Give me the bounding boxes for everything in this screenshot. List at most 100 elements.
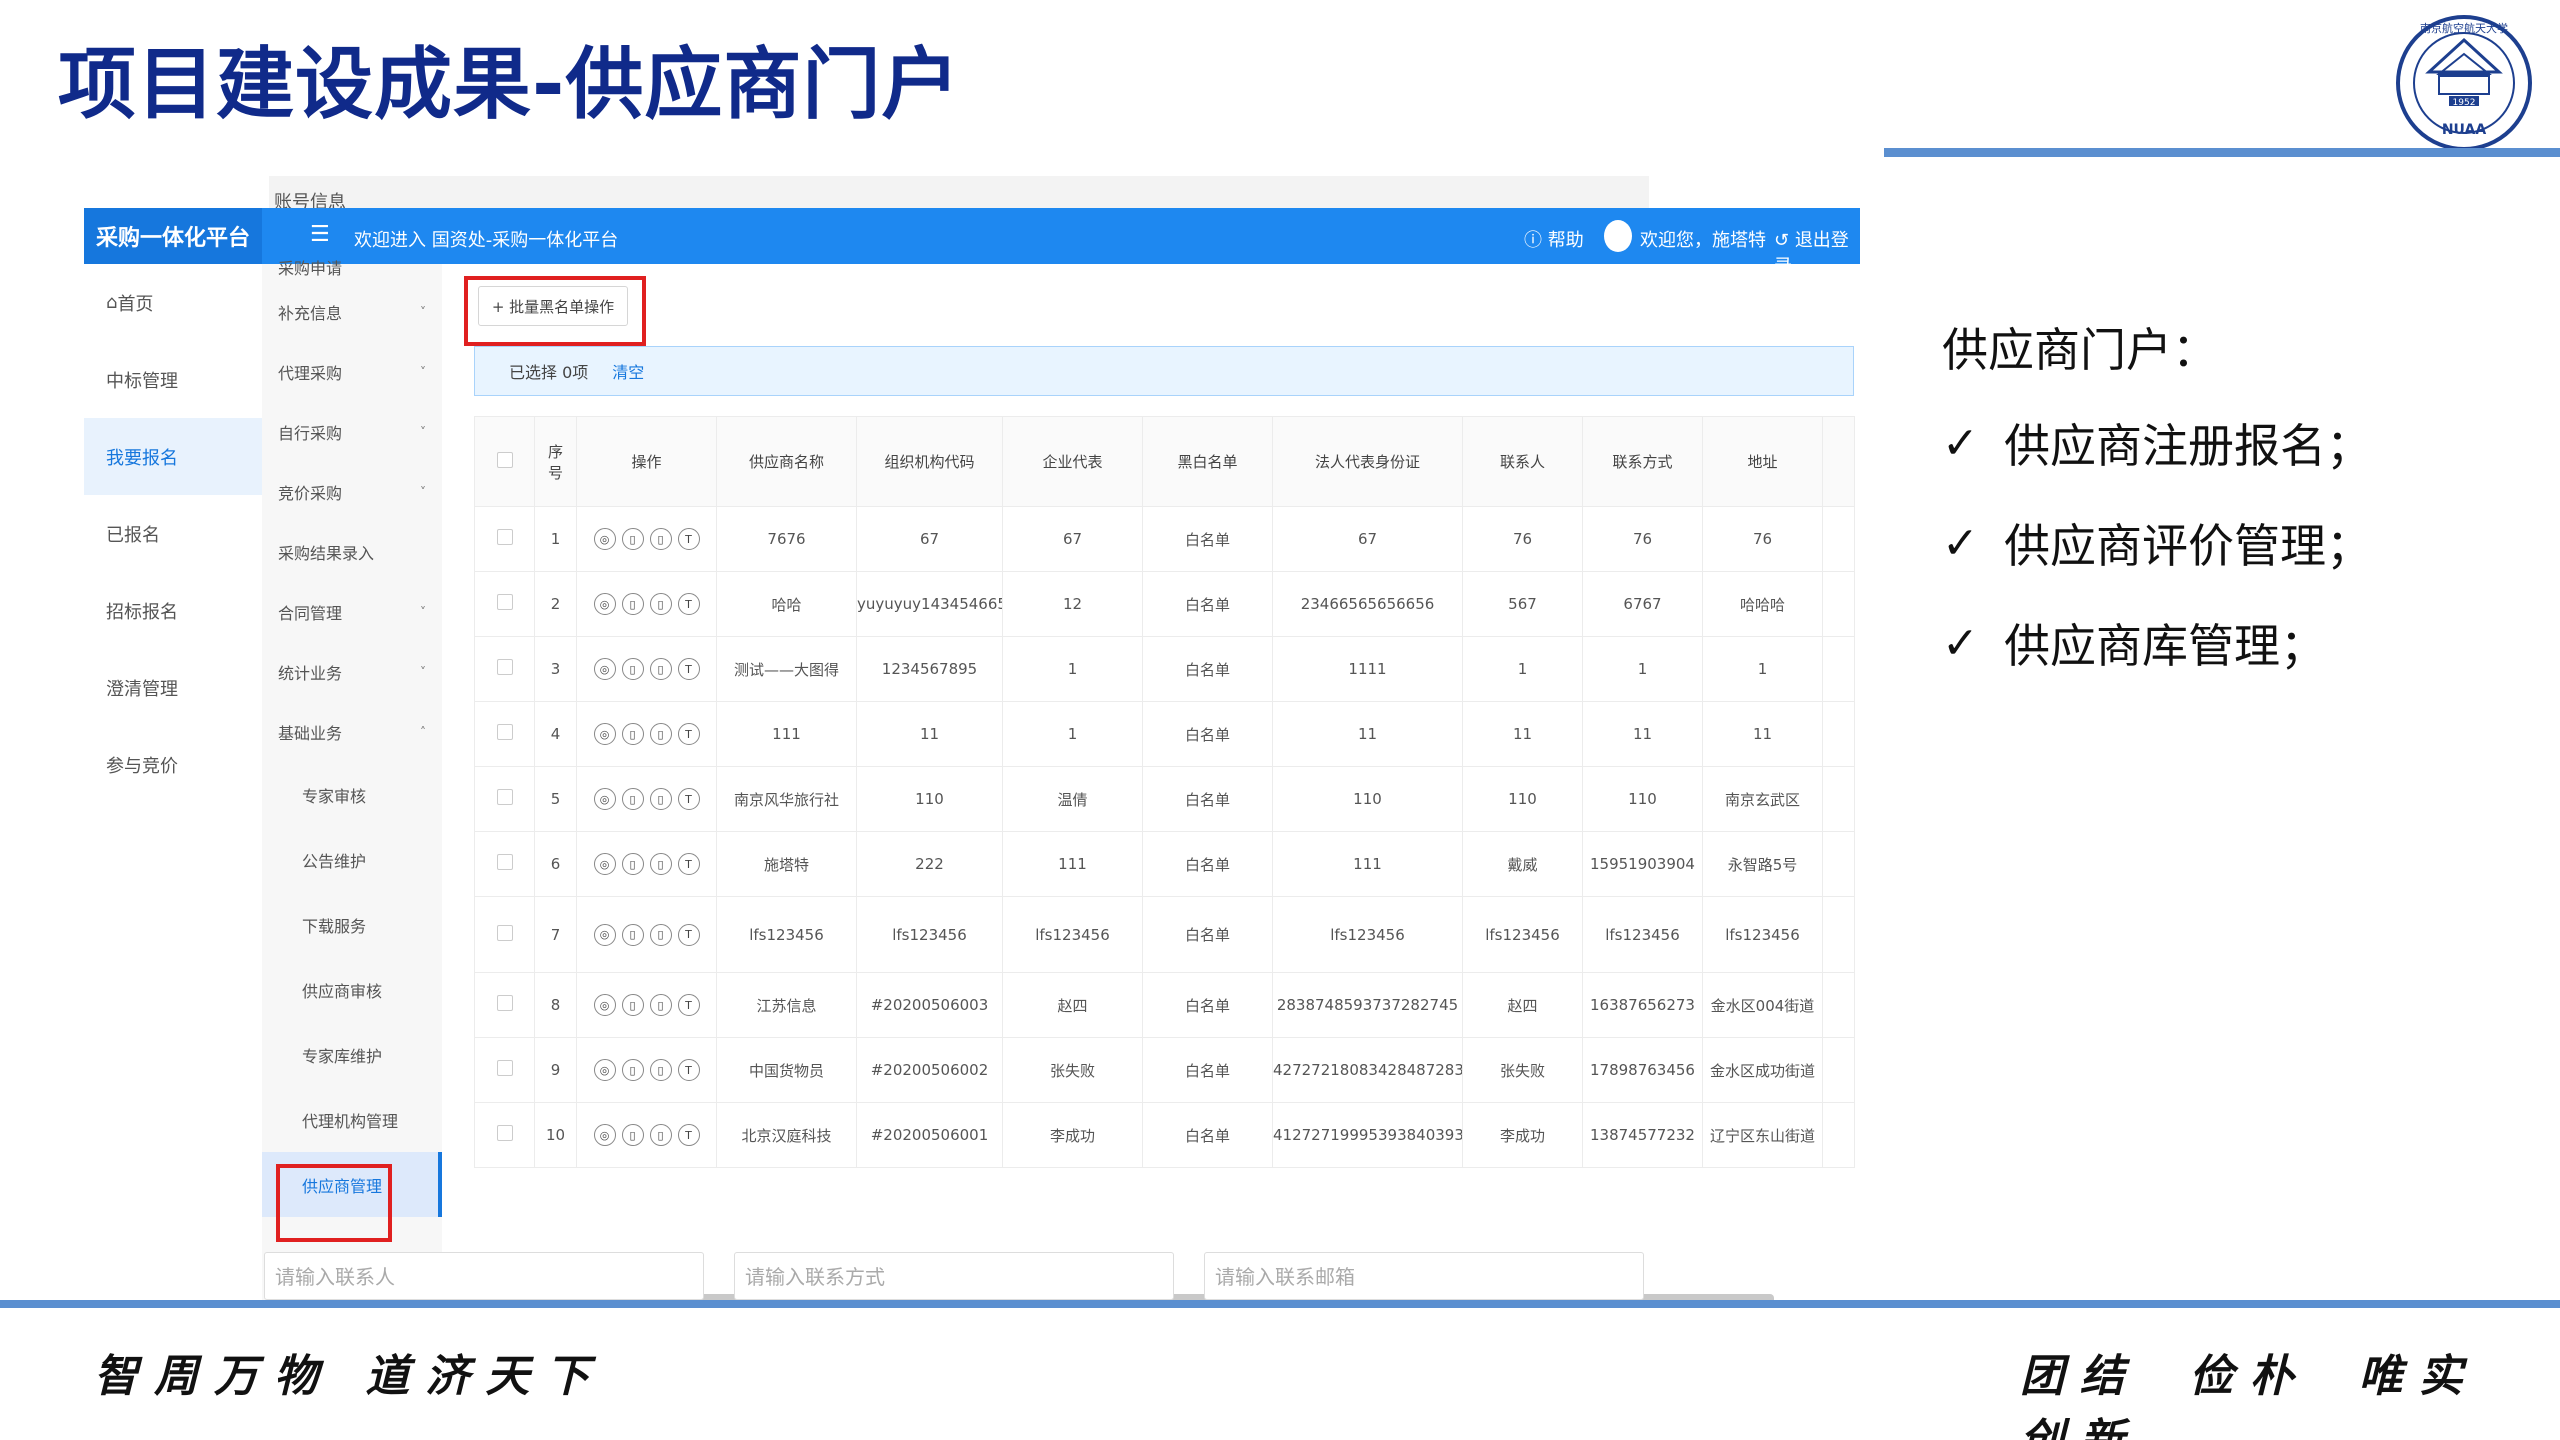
chevron-down-icon: ˅ [420, 305, 426, 319]
text-icon[interactable]: T [677, 658, 700, 680]
view-icon[interactable]: ◎ [593, 1124, 616, 1146]
clear-selection-link[interactable]: 清空 [612, 359, 644, 383]
row-checkbox-cell[interactable] [474, 831, 535, 897]
row-checkbox[interactable] [496, 659, 513, 675]
edit-icon[interactable]: ▯ [649, 788, 672, 810]
table-cell: 北京汉庭科技 [716, 1102, 857, 1168]
edit-icon[interactable]: ▯ [649, 1059, 672, 1081]
menu-item-basic[interactable]: 基础业务 ˄ [262, 702, 442, 762]
menu-item-tender-register[interactable]: 招标报名 [84, 572, 262, 649]
submenu-expert-review[interactable]: 专家审核 [262, 762, 442, 827]
text-icon[interactable]: T [677, 1124, 700, 1146]
delete-icon[interactable]: ▯ [621, 853, 644, 875]
text-icon[interactable]: T [677, 1059, 700, 1081]
edit-icon[interactable]: ▯ [649, 723, 672, 745]
submenu-notice[interactable]: 公告维护 [262, 827, 442, 892]
edit-icon[interactable]: ▯ [649, 994, 672, 1016]
row-checkbox-cell[interactable] [474, 636, 535, 702]
row-checkbox-cell[interactable] [474, 972, 535, 1038]
delete-icon[interactable]: ▯ [621, 593, 644, 615]
select-all-checkbox[interactable] [496, 451, 513, 468]
edit-icon[interactable]: ▯ [649, 593, 672, 615]
delete-icon[interactable]: ▯ [621, 658, 644, 680]
submenu-download[interactable]: 下载服务 [262, 892, 442, 957]
menu-item-bid-management[interactable]: 中标管理 [84, 341, 262, 418]
delete-icon[interactable]: ▯ [621, 994, 644, 1016]
brand-name[interactable]: 采购一体化平台 [84, 208, 262, 264]
menu-item-bidding[interactable]: 参与竞价 [84, 726, 262, 803]
edit-icon[interactable]: ▯ [649, 528, 672, 550]
cell-index: 6 [534, 831, 577, 897]
menu-item-label: 自行采购 [278, 424, 343, 443]
text-icon[interactable]: T [677, 593, 700, 615]
text-icon[interactable]: T [677, 994, 700, 1016]
row-checkbox[interactable] [496, 724, 513, 740]
submenu-expert-library[interactable]: 专家库维护 [262, 1022, 442, 1087]
menu-item-agent-purchase[interactable]: 代理采购 ˅ [262, 342, 442, 402]
view-icon[interactable]: ◎ [593, 853, 616, 875]
menu-item-home[interactable]: ⌂ 首页 [84, 264, 262, 341]
delete-icon[interactable]: ▯ [621, 788, 644, 810]
row-checkbox[interactable] [496, 995, 513, 1011]
row-checkbox-cell[interactable] [474, 571, 535, 637]
bullet-item: ✓ 供应商注册报名； [1942, 410, 2372, 476]
menu-item-purchase-apply[interactable]: 采购申请 [262, 252, 442, 282]
edit-icon[interactable]: ▯ [649, 1124, 672, 1146]
text-icon[interactable]: T [677, 788, 700, 810]
menu-item-supplement[interactable]: 补充信息 ˅ [262, 282, 442, 342]
help-link[interactable]: ⓘ 帮助 [1524, 226, 1584, 252]
row-checkbox-cell[interactable] [474, 896, 535, 973]
delete-icon[interactable]: ▯ [621, 723, 644, 745]
submenu-supplier-review[interactable]: 供应商审核 [262, 957, 442, 1022]
row-checkbox-cell[interactable] [474, 506, 535, 572]
submenu-agency[interactable]: 代理机构管理 [262, 1087, 442, 1152]
view-icon[interactable]: ◎ [593, 723, 616, 745]
edit-icon[interactable]: ▯ [649, 853, 672, 875]
view-icon[interactable]: ◎ [593, 1059, 616, 1081]
menu-item-bid-purchase[interactable]: 竞价采购 ˅ [262, 462, 442, 522]
view-icon[interactable]: ◎ [593, 593, 616, 615]
view-icon[interactable]: ◎ [593, 658, 616, 680]
contact-email-input[interactable]: 请输入联系邮箱 [1204, 1252, 1644, 1300]
avatar[interactable] [1604, 220, 1632, 252]
text-icon[interactable]: T [677, 723, 700, 745]
row-checkbox-cell[interactable] [474, 1102, 535, 1168]
text-icon[interactable]: T [677, 528, 700, 550]
row-checkbox[interactable] [496, 854, 513, 870]
menu-item-statistics[interactable]: 统计业务 ˅ [262, 642, 442, 702]
edit-icon[interactable]: ▯ [649, 658, 672, 680]
view-icon[interactable]: ◎ [593, 994, 616, 1016]
row-checkbox[interactable] [496, 789, 513, 805]
menu-item-result-entry[interactable]: 采购结果录入 [262, 522, 442, 582]
row-checkbox-cell[interactable] [474, 766, 535, 832]
header-checkbox[interactable] [474, 416, 535, 507]
view-icon[interactable]: ◎ [593, 788, 616, 810]
contact-person-input[interactable]: 请输入联系人 [264, 1252, 704, 1300]
row-checkbox[interactable] [496, 924, 513, 941]
row-checkbox[interactable] [496, 1125, 513, 1141]
delete-icon[interactable]: ▯ [621, 1124, 644, 1146]
menu-toggle-icon[interactable]: ☰ [310, 222, 330, 247]
table-cell: 施塔特 [716, 831, 857, 897]
row-checkbox[interactable] [496, 529, 513, 545]
delete-icon[interactable]: ▯ [621, 1059, 644, 1081]
contact-method-input[interactable]: 请输入联系方式 [734, 1252, 1174, 1300]
menu-item-contract[interactable]: 合同管理 ˅ [262, 582, 442, 642]
delete-icon[interactable]: ▯ [621, 923, 644, 946]
row-checkbox-cell[interactable] [474, 701, 535, 767]
menu-item-self-purchase[interactable]: 自行采购 ˅ [262, 402, 442, 462]
text-icon[interactable]: T [677, 853, 700, 875]
delete-icon[interactable]: ▯ [621, 528, 644, 550]
text-icon[interactable]: T [677, 923, 700, 946]
menu-item-register[interactable]: 我要报名 [84, 418, 262, 495]
menu-item-registered[interactable]: 已报名 [84, 495, 262, 572]
view-icon[interactable]: ◎ [593, 923, 616, 946]
row-checkbox-cell[interactable] [474, 1037, 535, 1103]
edit-icon[interactable]: ▯ [649, 923, 672, 946]
menu-item-clarification[interactable]: 澄清管理 [84, 649, 262, 726]
view-icon[interactable]: ◎ [593, 528, 616, 550]
overflow-cell [1822, 766, 1855, 832]
row-checkbox[interactable] [496, 594, 513, 610]
row-checkbox[interactable] [496, 1060, 513, 1076]
table-cell: 1 [1582, 636, 1703, 702]
